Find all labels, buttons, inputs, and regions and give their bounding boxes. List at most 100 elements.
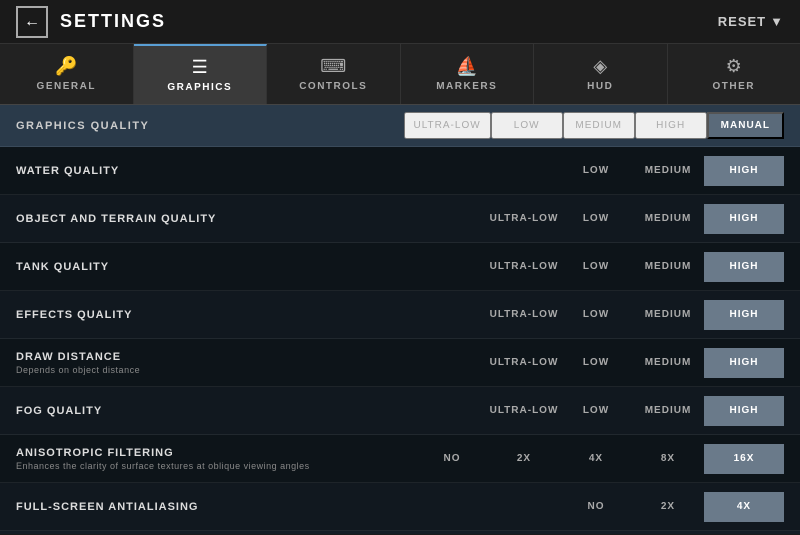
- ctrl-btn-1-medium[interactable]: MEDIUM: [632, 205, 704, 233]
- other-tab-label: OTHER: [713, 81, 756, 92]
- controls-tab-label: CONTROLS: [299, 81, 367, 92]
- tab-other[interactable]: ⚙ OTHER: [668, 44, 800, 104]
- title-bar-left: ← SETTINGS: [16, 6, 166, 38]
- graphics-tab-icon: ☰: [192, 57, 208, 78]
- tab-hud[interactable]: ◈ HUD: [534, 44, 668, 104]
- ctrl-btn-6-4x[interactable]: 4X: [560, 445, 632, 473]
- setting-info-1: OBJECT AND TERRAIN QUALITY: [16, 213, 488, 225]
- graphics-quality-options: ULTRA-LOWLOWMEDIUMHIGHMANUAL: [404, 112, 784, 139]
- general-tab-label: GENERAL: [37, 81, 96, 92]
- ctrl-btn-0-medium[interactable]: MEDIUM: [632, 157, 704, 185]
- tab-bar: 🔑 GENERAL ☰ GRAPHICS ⌨ CONTROLS ⛵ MARKER…: [0, 44, 800, 105]
- setting-controls-7: NO2X4X: [560, 492, 784, 522]
- setting-name-7: FULL-SCREEN ANTIALIASING: [16, 501, 560, 513]
- setting-controls-5: ULTRA-LOWLOWMEDIUMHIGH: [488, 396, 784, 426]
- setting-name-0: WATER QUALITY: [16, 165, 560, 177]
- setting-name-5: FOG QUALITY: [16, 405, 488, 417]
- page-title: SETTINGS: [60, 11, 166, 32]
- ctrl-btn-6-2x[interactable]: 2X: [488, 445, 560, 473]
- setting-name-1: OBJECT AND TERRAIN QUALITY: [16, 213, 488, 225]
- setting-row-2: TANK QUALITYULTRA-LOWLOWMEDIUMHIGH: [0, 243, 800, 291]
- ctrl-btn-6-8x[interactable]: 8X: [632, 445, 704, 473]
- setting-info-2: TANK QUALITY: [16, 261, 488, 273]
- setting-info-4: DRAW DISTANCE Depends on object distance: [16, 351, 488, 375]
- content-area: GRAPHICS QUALITY ULTRA-LOWLOWMEDIUMHIGHM…: [0, 105, 800, 534]
- controls-tab-icon: ⌨: [320, 56, 346, 77]
- setting-row-7: FULL-SCREEN ANTIALIASINGNO2X4X: [0, 483, 800, 531]
- setting-info-6: ANISOTROPIC FILTERING Enhances the clarit…: [16, 447, 416, 471]
- setting-controls-0: LOWMEDIUMHIGH: [560, 156, 784, 186]
- setting-desc-4: Depends on object distance: [16, 365, 488, 375]
- markers-tab-label: MARKERS: [436, 81, 497, 92]
- setting-row-0: WATER QUALITYLOWMEDIUMHIGH: [0, 147, 800, 195]
- ctrl-btn-3-medium[interactable]: MEDIUM: [632, 301, 704, 329]
- gq-option-manual[interactable]: MANUAL: [707, 112, 784, 139]
- setting-controls-1: ULTRA-LOWLOWMEDIUMHIGH: [488, 204, 784, 234]
- ctrl-btn-3-ultra-low[interactable]: ULTRA-LOW: [488, 301, 560, 329]
- title-bar: ← SETTINGS RESET ▼: [0, 0, 800, 44]
- ctrl-btn-4-ultra-low[interactable]: ULTRA-LOW: [488, 349, 560, 377]
- ctrl-btn-5-ultra-low[interactable]: ULTRA-LOW: [488, 397, 560, 425]
- ctrl-btn-3-low[interactable]: LOW: [560, 301, 632, 329]
- ctrl-btn-6-16x[interactable]: 16X: [704, 444, 784, 474]
- ctrl-btn-0-low[interactable]: LOW: [560, 157, 632, 185]
- reset-label: RESET: [718, 14, 766, 29]
- ctrl-btn-0-high[interactable]: HIGH: [704, 156, 784, 186]
- ctrl-btn-2-medium[interactable]: MEDIUM: [632, 253, 704, 281]
- ctrl-btn-1-ultra-low[interactable]: ULTRA-LOW: [488, 205, 560, 233]
- setting-row-5: FOG QUALITYULTRA-LOWLOWMEDIUMHIGH: [0, 387, 800, 435]
- tab-markers[interactable]: ⛵ MARKERS: [401, 44, 535, 104]
- setting-controls-6: NO2X4X8X16X: [416, 444, 784, 474]
- setting-row-6: ANISOTROPIC FILTERING Enhances the clarit…: [0, 435, 800, 483]
- gq-option-high[interactable]: HIGH: [635, 112, 707, 139]
- setting-info-0: WATER QUALITY: [16, 165, 560, 177]
- ctrl-btn-5-low[interactable]: LOW: [560, 397, 632, 425]
- ctrl-btn-1-high[interactable]: HIGH: [704, 204, 784, 234]
- gq-option-ultralow[interactable]: ULTRA-LOW: [404, 112, 491, 139]
- tab-controls[interactable]: ⌨ CONTROLS: [267, 44, 401, 104]
- ctrl-btn-7-2x[interactable]: 2X: [632, 493, 704, 521]
- ctrl-btn-2-low[interactable]: LOW: [560, 253, 632, 281]
- ctrl-btn-3-high[interactable]: HIGH: [704, 300, 784, 330]
- back-icon: ←: [24, 13, 40, 31]
- setting-info-5: FOG QUALITY: [16, 405, 488, 417]
- general-tab-icon: 🔑: [55, 56, 77, 77]
- ctrl-btn-4-medium[interactable]: MEDIUM: [632, 349, 704, 377]
- settings-list: WATER QUALITYLOWMEDIUMHIGHOBJECT AND TER…: [0, 147, 800, 531]
- hud-tab-icon: ◈: [593, 56, 607, 77]
- tab-general[interactable]: 🔑 GENERAL: [0, 44, 134, 104]
- setting-name-3: EFFECTS QUALITY: [16, 309, 488, 321]
- setting-name-6: ANISOTROPIC FILTERING: [16, 447, 416, 459]
- setting-info-3: EFFECTS QUALITY: [16, 309, 488, 321]
- other-tab-icon: ⚙: [726, 56, 742, 77]
- gq-option-medium[interactable]: MEDIUM: [563, 112, 635, 139]
- graphics-tab-label: GRAPHICS: [167, 82, 232, 93]
- ctrl-btn-5-high[interactable]: HIGH: [704, 396, 784, 426]
- graphics-quality-label: GRAPHICS QUALITY: [16, 120, 404, 132]
- setting-row-1: OBJECT AND TERRAIN QUALITYULTRA-LOWLOWME…: [0, 195, 800, 243]
- ctrl-btn-4-high[interactable]: HIGH: [704, 348, 784, 378]
- ctrl-btn-2-high[interactable]: HIGH: [704, 252, 784, 282]
- setting-name-4: DRAW DISTANCE: [16, 351, 488, 363]
- ctrl-btn-5-medium[interactable]: MEDIUM: [632, 397, 704, 425]
- setting-info-7: FULL-SCREEN ANTIALIASING: [16, 501, 560, 513]
- setting-controls-3: ULTRA-LOWLOWMEDIUMHIGH: [488, 300, 784, 330]
- setting-controls-2: ULTRA-LOWLOWMEDIUMHIGH: [488, 252, 784, 282]
- setting-row-3: EFFECTS QUALITYULTRA-LOWLOWMEDIUMHIGH: [0, 291, 800, 339]
- reset-arrow-icon: ▼: [770, 14, 784, 29]
- setting-name-2: TANK QUALITY: [16, 261, 488, 273]
- ctrl-btn-2-ultra-low[interactable]: ULTRA-LOW: [488, 253, 560, 281]
- ctrl-btn-7-no[interactable]: NO: [560, 493, 632, 521]
- gq-option-low[interactable]: LOW: [491, 112, 563, 139]
- ctrl-btn-1-low[interactable]: LOW: [560, 205, 632, 233]
- tab-graphics[interactable]: ☰ GRAPHICS: [134, 44, 268, 104]
- setting-row-4: DRAW DISTANCE Depends on object distanceU…: [0, 339, 800, 387]
- graphics-quality-header: GRAPHICS QUALITY ULTRA-LOWLOWMEDIUMHIGHM…: [0, 105, 800, 147]
- markers-tab-icon: ⛵: [456, 56, 478, 77]
- setting-desc-6: Enhances the clarity of surface textures…: [16, 461, 416, 471]
- ctrl-btn-7-4x[interactable]: 4X: [704, 492, 784, 522]
- back-button[interactable]: ←: [16, 6, 48, 38]
- ctrl-btn-6-no[interactable]: NO: [416, 445, 488, 473]
- ctrl-btn-4-low[interactable]: LOW: [560, 349, 632, 377]
- reset-button[interactable]: RESET ▼: [718, 14, 784, 29]
